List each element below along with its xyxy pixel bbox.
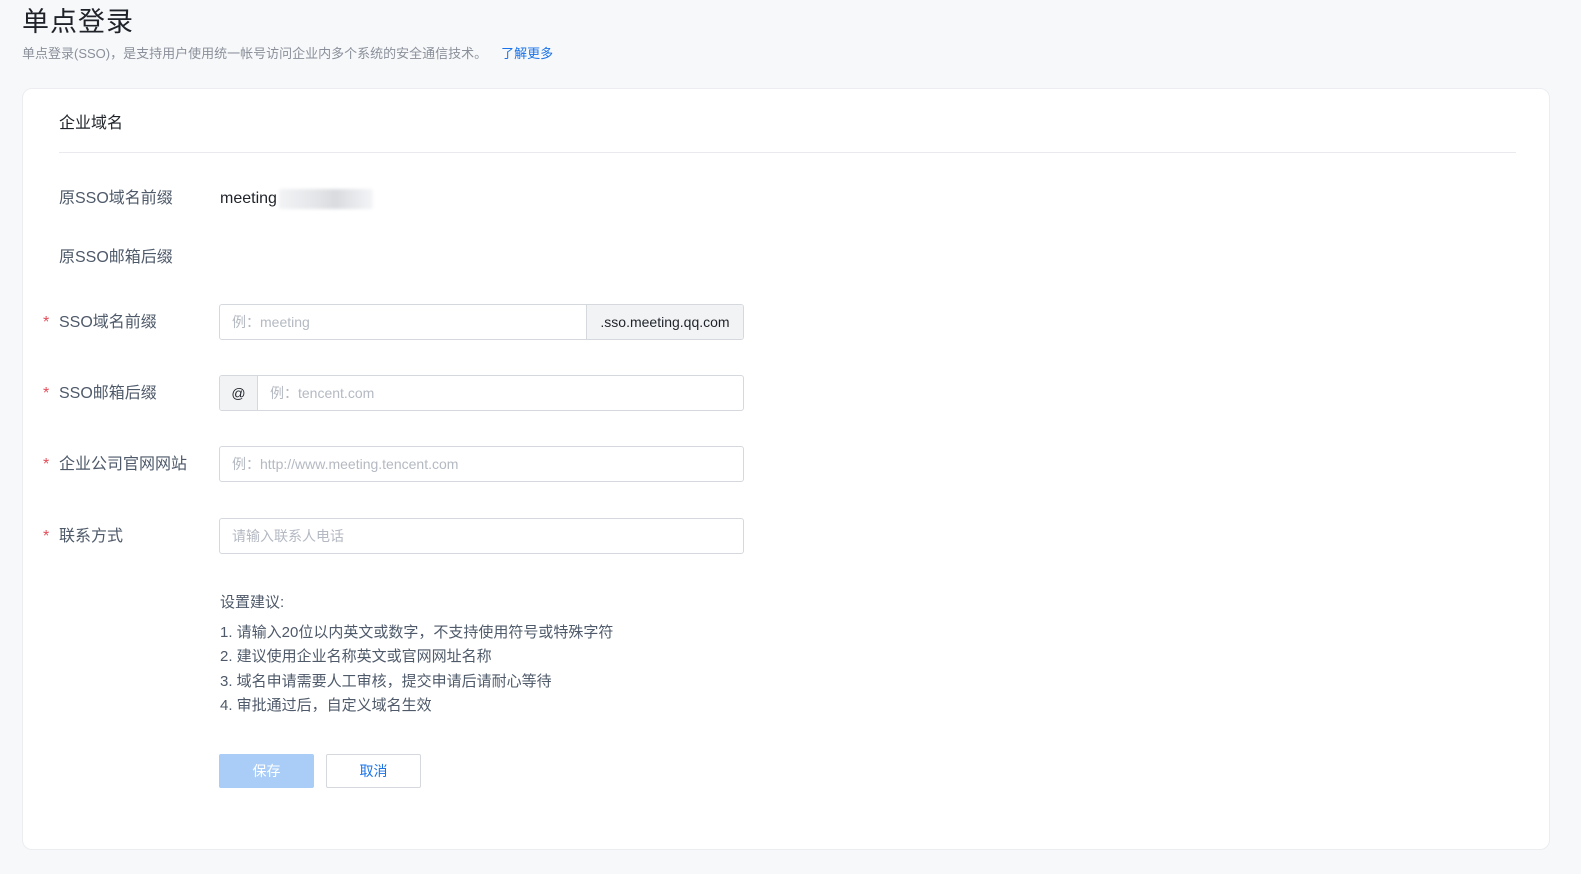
tip-item: 1. 请输入20位以内英文或数字，不支持使用符号或特殊字符 bbox=[220, 623, 614, 641]
required-mark: * bbox=[43, 385, 50, 402]
domain-settings-card: 企业域名 原SSO域名前缀 meeting 原SSO邮箱后缀 * SSO域名前缀… bbox=[22, 88, 1550, 850]
tip-item: 2. 建议使用企业名称英文或官网网址名称 bbox=[220, 648, 492, 665]
description-text: 单点登录(SSO)，是支持用户使用统一帐号访问企业内多个系统的安全通信技术。 bbox=[22, 46, 488, 61]
redacted-mask bbox=[278, 188, 373, 209]
learn-more-link[interactable]: 了解更多 bbox=[501, 46, 553, 61]
email-suffix-input[interactable] bbox=[258, 376, 743, 410]
tips-title: 设置建议: bbox=[220, 594, 285, 611]
old-email-suffix-label: 原SSO邮箱后缀 bbox=[59, 249, 173, 266]
contact-input[interactable] bbox=[220, 519, 743, 553]
email-suffix-label: SSO邮箱后缀 bbox=[59, 385, 157, 402]
cancel-button[interactable]: 取消 bbox=[326, 754, 421, 788]
required-mark: * bbox=[43, 314, 50, 331]
section-divider bbox=[59, 152, 1516, 153]
website-label: 企业公司官网网站 bbox=[59, 456, 188, 473]
website-input[interactable] bbox=[220, 447, 743, 481]
email-suffix-input-group: @ bbox=[219, 375, 744, 411]
page-description: 单点登录(SSO)，是支持用户使用统一帐号访问企业内多个系统的安全通信技术。 了解… bbox=[22, 45, 553, 63]
at-sign-addon: @ bbox=[220, 376, 258, 410]
domain-prefix-input[interactable] bbox=[220, 305, 586, 339]
old-domain-prefix-value: meeting bbox=[220, 188, 373, 210]
save-button[interactable]: 保存 bbox=[219, 754, 314, 788]
section-title: 企业域名 bbox=[59, 115, 124, 132]
old-domain-prefix-text: meeting bbox=[220, 190, 277, 207]
required-mark: * bbox=[43, 456, 50, 473]
contact-label: 联系方式 bbox=[59, 528, 124, 545]
domain-prefix-label: SSO域名前缀 bbox=[59, 314, 157, 331]
setting-tips: 设置建议: 1. 请输入20位以内英文或数字，不支持使用符号或特殊字符 2. 建… bbox=[220, 591, 613, 719]
contact-input-group bbox=[219, 518, 744, 554]
required-mark: * bbox=[43, 528, 50, 545]
tip-item: 4. 审批通过后，自定义域名生效 bbox=[220, 697, 432, 714]
page-title: 单点登录 bbox=[22, 7, 134, 37]
domain-prefix-input-group: .sso.meeting.qq.com bbox=[219, 304, 744, 340]
old-domain-prefix-label: 原SSO域名前缀 bbox=[59, 190, 173, 207]
domain-suffix-addon: .sso.meeting.qq.com bbox=[586, 305, 743, 339]
website-input-group bbox=[219, 446, 744, 482]
tip-item: 3. 域名申请需要人工审核，提交申请后请耐心等待 bbox=[220, 672, 552, 690]
page-header: 单点登录 单点登录(SSO)，是支持用户使用统一帐号访问企业内多个系统的安全通信… bbox=[22, 4, 553, 63]
